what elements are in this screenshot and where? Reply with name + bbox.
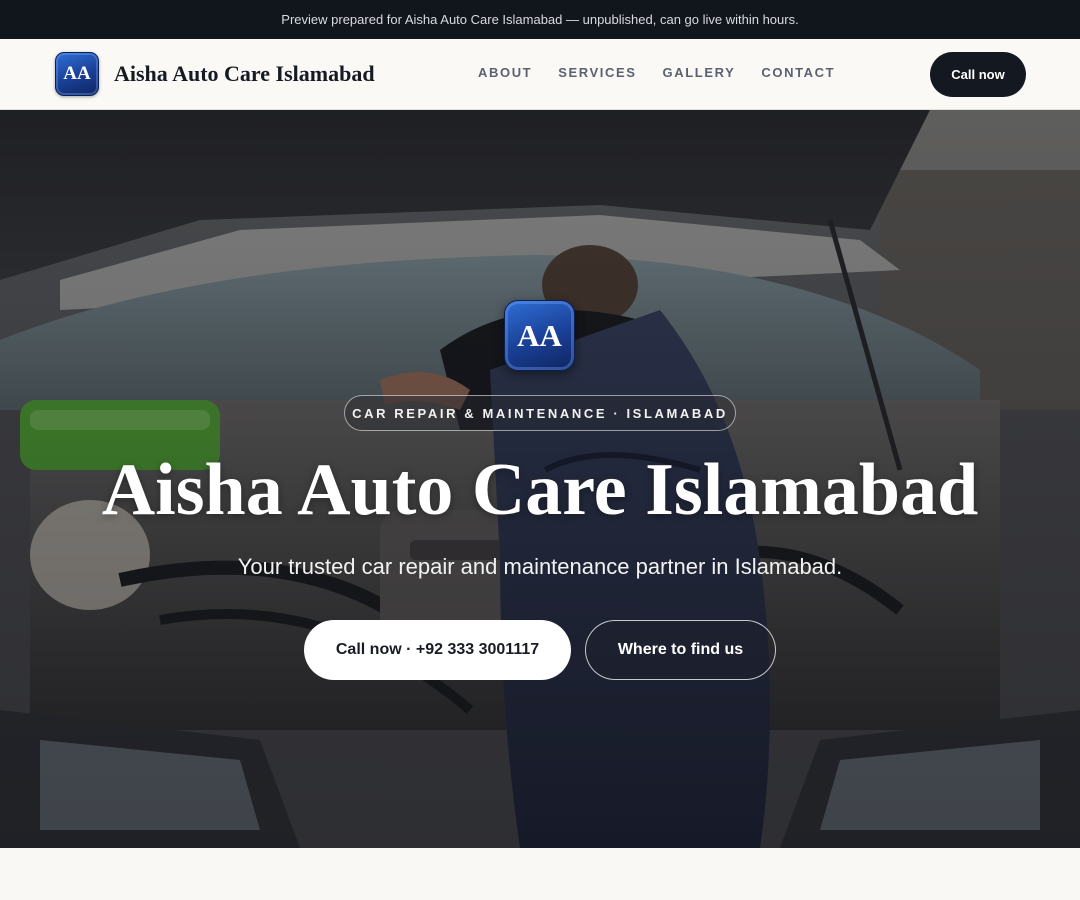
hero-logo-initials: AA [517,317,562,353]
logo-initials: AA [63,63,91,84]
site-header: AA Aisha Auto Care Islamabad ABOUT SERVI… [0,39,1080,110]
main-nav: ABOUT SERVICES GALLERY CONTACT [478,65,835,80]
hero-logo-badge: AA [504,300,575,371]
logo-badge[interactable]: AA [55,52,99,96]
nav-gallery[interactable]: GALLERY [663,65,736,80]
nav-services[interactable]: SERVICES [558,65,636,80]
preview-banner: Preview prepared for Aisha Auto Care Isl… [0,0,1080,39]
header-call-button[interactable]: Call now [930,52,1026,97]
where-to-find-us-button[interactable]: Where to find us [585,620,776,680]
preview-banner-text: Preview prepared for Aisha Auto Care Isl… [281,12,799,27]
hero-title: Aisha Auto Care Islamabad [101,449,979,531]
hero-subtitle: Your trusted car repair and maintenance … [237,554,843,579]
hero-eyebrow-pill: CAR REPAIR & MAINTENANCE · ISLAMABAD [344,395,736,431]
brand-name[interactable]: Aisha Auto Care Islamabad [114,61,375,87]
next-section [0,848,1080,900]
call-now-button[interactable]: Call now · +92 333 3001117 [304,620,571,680]
hero-section: AA CAR REPAIR & MAINTENANCE · ISLAMABAD … [0,110,1080,848]
nav-contact[interactable]: CONTACT [761,65,835,80]
nav-about[interactable]: ABOUT [478,65,532,80]
